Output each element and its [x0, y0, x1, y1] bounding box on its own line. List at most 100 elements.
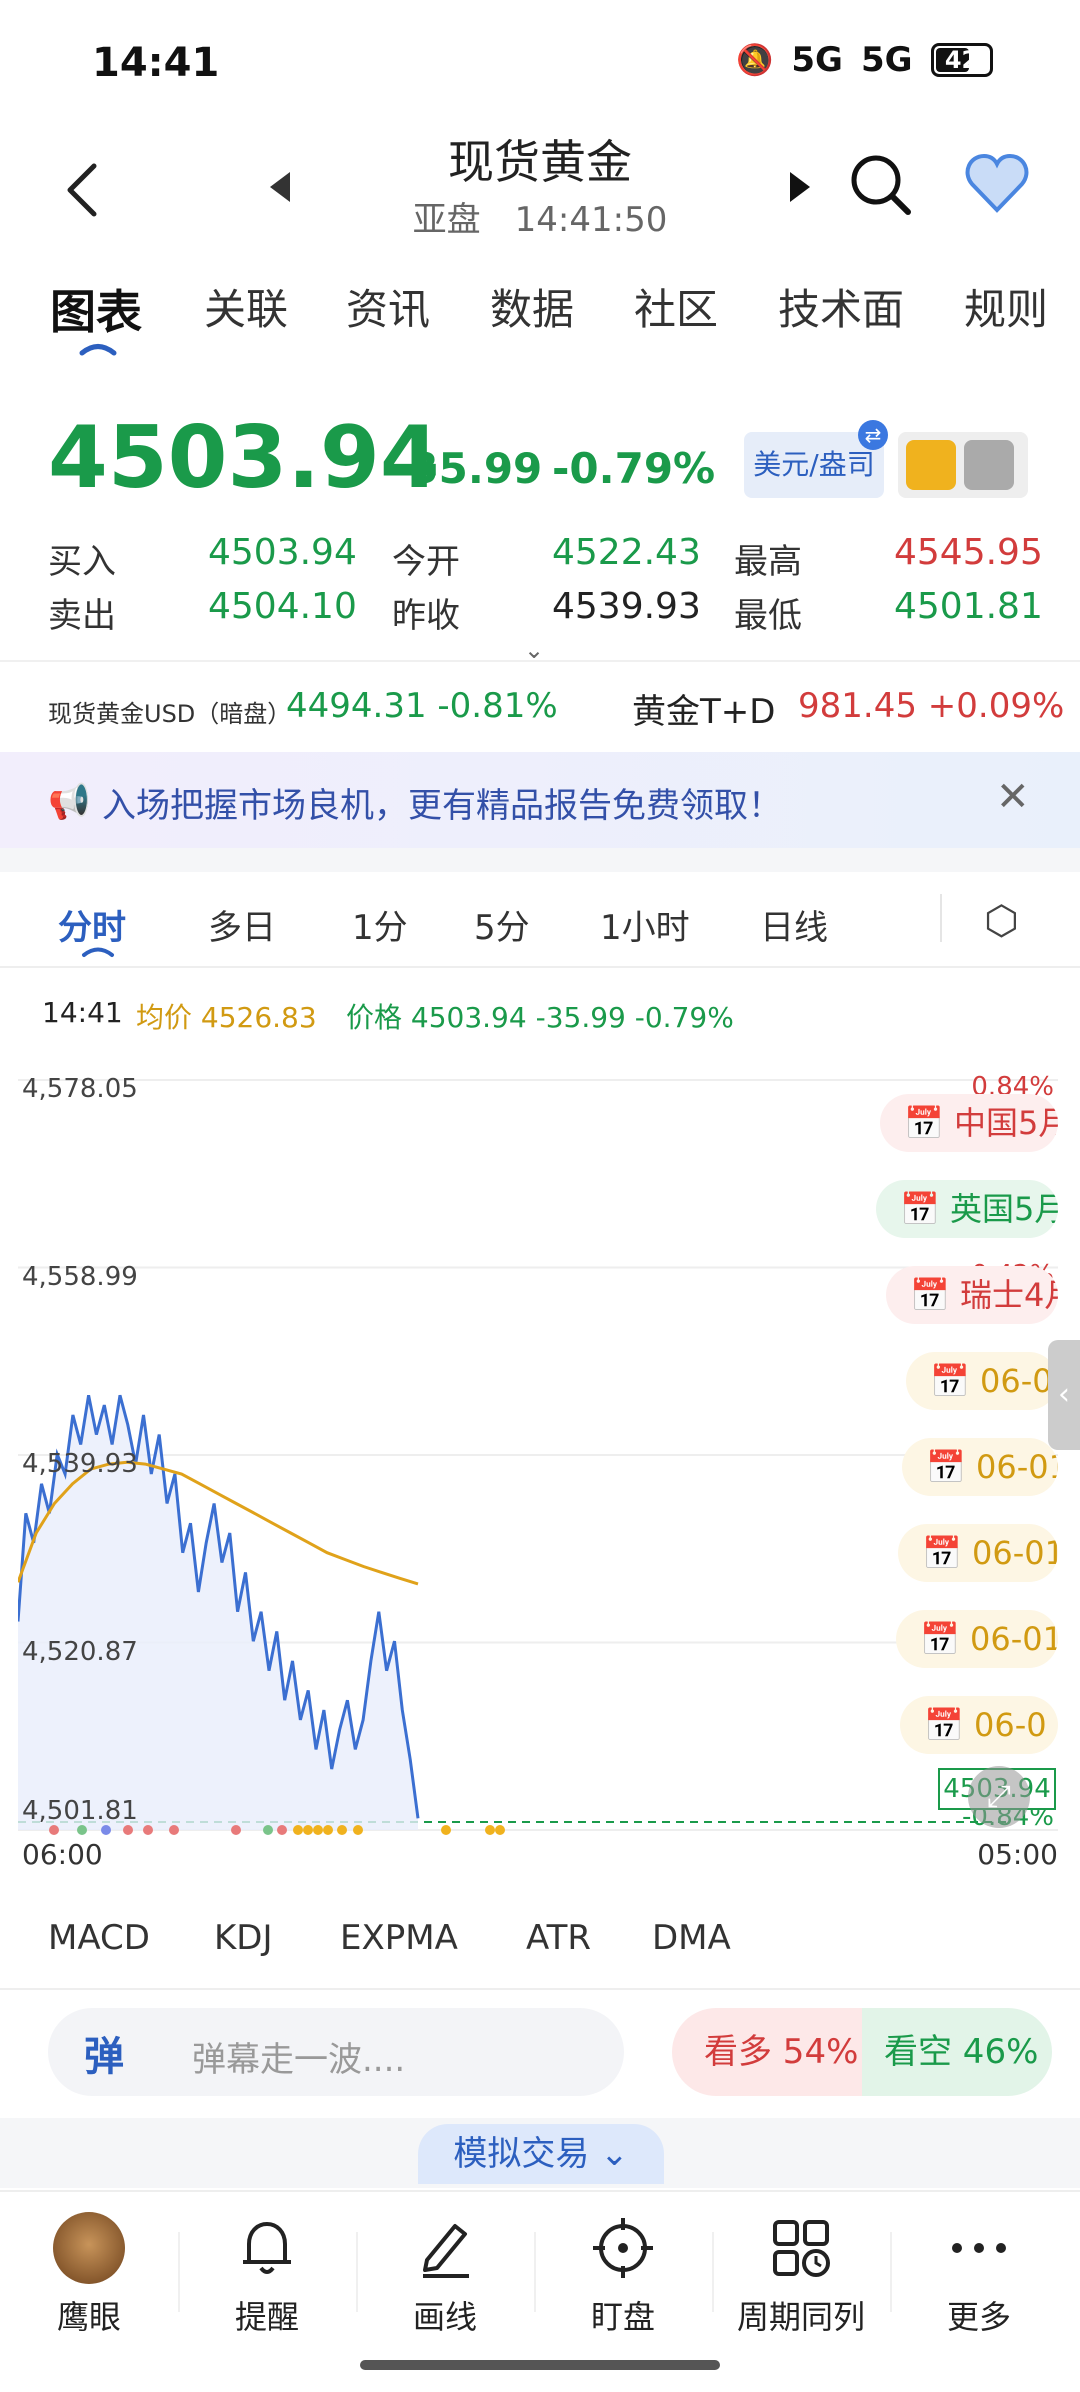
- event-dot: [123, 1825, 133, 1835]
- fullscreen-icon[interactable]: ⤢: [968, 1766, 1030, 1828]
- event-chip[interactable]: 📅 06-0: [906, 1352, 1058, 1410]
- nav-label: 周期同列: [736, 2298, 865, 2336]
- close-icon[interactable]: ✕: [996, 774, 1030, 820]
- divider: [0, 1988, 1080, 1990]
- event-dot: [441, 1825, 451, 1835]
- tab-news[interactable]: 资讯: [346, 276, 430, 337]
- high-label: 最高: [734, 542, 802, 582]
- tab-related[interactable]: 关联: [204, 276, 288, 337]
- divider: [356, 2232, 358, 2312]
- y-axis-label: 4,501.81: [22, 1796, 138, 1826]
- promo-banner[interactable]: 📢 入场把握市场良机，更有精品报告免费领取！ ✕: [0, 752, 1080, 848]
- prev-close-value: 4539.93: [552, 586, 701, 627]
- indicator-expma[interactable]: EXPMA: [340, 1918, 458, 1958]
- price-readout: 价格 4503.94 -35.99 -0.79%: [346, 1001, 734, 1034]
- refresh-icon[interactable]: [906, 440, 956, 490]
- tab-technical[interactable]: 技术面: [778, 276, 904, 337]
- bearish-button[interactable]: 看空 46%: [862, 2008, 1052, 2096]
- settings-hexagon-icon[interactable]: ⬡: [984, 898, 1019, 944]
- event-dot: [49, 1825, 59, 1835]
- nav-eagle-eye[interactable]: 鹰眼: [14, 2208, 164, 2338]
- tab-chart[interactable]: 图表: [50, 276, 142, 342]
- nav-alert[interactable]: 提醒: [192, 2208, 342, 2338]
- related-quote-label[interactable]: 现货黄金USD（暗盘）: [48, 694, 291, 729]
- divider: [712, 2232, 714, 2312]
- open-label: 今开: [392, 542, 460, 582]
- nav-watch[interactable]: 盯盘: [548, 2208, 698, 2338]
- intraday-chart[interactable]: 4,578.05 4,558.99 4,539.93 4,520.87 4,501.81…: [18, 1060, 1058, 1871]
- event-chip[interactable]: 📅 06-01: [896, 1610, 1058, 1668]
- event-dot: [143, 1825, 153, 1835]
- favorite-heart-icon[interactable]: [964, 152, 1030, 214]
- mute-bell-icon: 🔕: [736, 42, 774, 78]
- tab-community[interactable]: 社区: [634, 276, 718, 337]
- indicator-macd[interactable]: MACD: [48, 1918, 150, 1958]
- sim-trade-button[interactable]: 模拟交易 ⌄: [418, 2124, 664, 2184]
- period-tab-daily[interactable]: 日线: [760, 900, 828, 949]
- event-dot: [313, 1825, 323, 1835]
- event-chip[interactable]: 📅 06-01: [902, 1438, 1058, 1496]
- indicator-atr[interactable]: ATR: [526, 1918, 591, 1958]
- related-quote-label[interactable]: 黄金T+D: [632, 684, 775, 733]
- nav-label: 盯盘: [590, 2298, 655, 2336]
- event-dot: [337, 1825, 347, 1835]
- event-dot: [323, 1825, 333, 1835]
- tab-data[interactable]: 数据: [490, 276, 574, 337]
- related-quotes: 现货黄金USD（暗盘） 4494.31 -0.81% 黄金T+D 981.45 …: [0, 662, 1080, 752]
- period-tab-intraday[interactable]: 分时: [58, 900, 126, 949]
- megaphone-icon: 📢: [48, 782, 91, 822]
- y-axis-label: 4,578.05: [22, 1074, 138, 1104]
- danmaku-placeholder: 弹幕走一波....: [192, 2040, 406, 2080]
- bid-value: 4503.94: [208, 532, 357, 573]
- event-chip[interactable]: 📅 06-01: [898, 1524, 1058, 1582]
- event-dot: [495, 1825, 505, 1835]
- event-chip[interactable]: 📅 英国5月: [876, 1180, 1058, 1238]
- bullish-button[interactable]: 看多 54%: [672, 2008, 862, 2096]
- search-icon[interactable]: [848, 152, 912, 216]
- period-tab-5min[interactable]: 5分: [474, 900, 530, 949]
- tab-rules[interactable]: 规则: [964, 276, 1048, 337]
- danmaku-input[interactable]: 弹 弹幕走一波....: [48, 2008, 624, 2096]
- y-axis-label: 4,558.99: [22, 1261, 138, 1292]
- prev-close-label: 昨收: [392, 596, 460, 636]
- danmaku-icon[interactable]: 弹: [84, 2024, 124, 2082]
- divider: [940, 894, 942, 942]
- next-instrument-button[interactable]: [790, 172, 810, 202]
- period-tab-1hour[interactable]: 1小时: [600, 900, 690, 949]
- ask-label: 卖出: [48, 596, 116, 636]
- period-tab-multiday[interactable]: 多日: [208, 900, 276, 949]
- event-chip[interactable]: 📅 06-0: [900, 1696, 1058, 1754]
- related-quote-value[interactable]: 981.45 +0.09%: [798, 686, 1064, 726]
- event-chip[interactable]: 📅 瑞士4月: [886, 1266, 1058, 1324]
- nav-draw-line[interactable]: 画线: [370, 2208, 520, 2338]
- home-indicator: [360, 2360, 720, 2370]
- indicator-dma[interactable]: DMA: [652, 1918, 731, 1958]
- side-panel-handle[interactable]: ‹: [1048, 1340, 1080, 1450]
- x-axis-label: 05:00: [977, 1838, 1058, 1871]
- battery-icon: 42: [930, 43, 993, 77]
- period-tab-1min[interactable]: 1分: [352, 900, 408, 949]
- last-price: 4503.94: [48, 408, 440, 508]
- page-title: 现货黄金: [448, 135, 632, 189]
- nav-label: 更多: [946, 2298, 1011, 2336]
- avg-price-readout: 均价 4526.83: [136, 1001, 317, 1034]
- indicator-kdj[interactable]: KDJ: [214, 1918, 273, 1958]
- event-chip[interactable]: 📅 中国5月: [880, 1094, 1058, 1152]
- related-quote-value[interactable]: 4494.31 -0.81%: [286, 686, 558, 726]
- y-axis-label: 4,520.87: [22, 1636, 138, 1667]
- active-tab-indicator: [79, 344, 117, 356]
- bid-label: 买入: [48, 542, 116, 582]
- event-dot: [277, 1825, 287, 1835]
- chart-info-line: 14:41 均价 4526.83 价格 4503.94 -35.99 -0.79…: [0, 992, 1080, 1042]
- period-tabs: 分时 多日 1分 5分 1小时 日线 ⬡: [0, 872, 1080, 968]
- yen-icon[interactable]: [964, 440, 1014, 490]
- nav-period-compare[interactable]: 周期同列: [726, 2208, 876, 2338]
- bell-icon: [243, 2221, 291, 2274]
- event-dot: [231, 1825, 241, 1835]
- indicator-tabs: MACD KDJ EXPMA ATR DMA: [0, 1912, 1080, 1982]
- eagle-icon: [53, 2212, 125, 2284]
- divider: [178, 2232, 180, 2312]
- banner-text[interactable]: 入场把握市场良机，更有精品报告免费领取！: [102, 778, 782, 827]
- grid-clock-icon: [773, 2220, 830, 2277]
- nav-more[interactable]: 更多: [904, 2208, 1054, 2338]
